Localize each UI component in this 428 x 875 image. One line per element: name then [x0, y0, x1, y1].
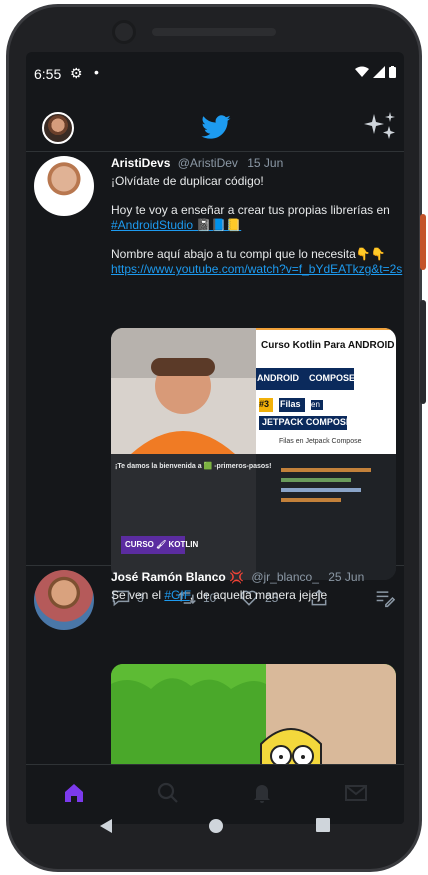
author-handle: @AristiDev: [177, 156, 238, 170]
media-subtitle: Filas en Jetpack Compose: [279, 438, 362, 445]
tweet-line: Se ven el #GIF, de aquella manera jejeje: [111, 588, 401, 603]
author-handle: @jr_blanco_: [251, 570, 319, 584]
volume-button: [420, 300, 426, 404]
messages-icon[interactable]: [344, 781, 368, 805]
home-icon[interactable]: [62, 781, 86, 805]
app-top-bar: [26, 106, 404, 152]
media-badge-en: en: [311, 400, 320, 409]
tweet-body: ¡Olvídate de duplicar código! Hoy te voy…: [111, 174, 402, 277]
media-badge-compose: COMPOSE: [309, 373, 356, 383]
avatar[interactable]: [34, 570, 94, 630]
tweet-header: AristiDevs @AristiDev 15 Jun: [111, 156, 283, 170]
youtube-link[interactable]: https://www.youtube.com/watch?v=f_bYdEAT…: [111, 262, 402, 277]
bottom-navigation: [26, 764, 404, 824]
app-screen: 6:55 ⚙ • AristiDevs @AristiDev 15 Jun ¡O…: [26, 52, 404, 824]
notification-dot-icon: •: [94, 64, 99, 80]
android-navigation-bar: [0, 818, 428, 874]
status-icons: [355, 66, 396, 78]
tweet-line: Nombre aquí abajo a tu compi que lo nece…: [111, 247, 386, 261]
wifi-icon: [355, 66, 369, 77]
tweet-body: Se ven el #GIF, de aquella manera jejeje: [111, 588, 401, 603]
media-badge-number: #3: [259, 399, 270, 409]
tweet-media-image[interactable]: Curso Kotlin Para ANDROID ANDROID COMPOS…: [111, 328, 396, 580]
notifications-icon[interactable]: [250, 781, 274, 805]
media-badge-filas: Filas: [280, 399, 301, 409]
tweet-line-empty: [111, 233, 401, 247]
author-name: AristiDevs: [111, 156, 171, 170]
media-badge-android: ANDROID: [257, 373, 299, 383]
tweet-card[interactable]: José Ramón Blanco 💢 @jr_blanco_ 25 Jun S…: [26, 566, 404, 824]
tweet-header: José Ramón Blanco 💢 @jr_blanco_ 25 Jun: [111, 570, 364, 584]
status-time: 6:55: [34, 66, 62, 82]
phone-speaker: [152, 28, 276, 36]
power-button: [420, 214, 426, 270]
tweet-text-before: Se ven el: [111, 588, 165, 602]
media-badge-jetpack: JETPACK COMPOSE: [262, 417, 352, 427]
profile-avatar-button[interactable]: [42, 112, 74, 144]
front-camera: [112, 20, 136, 44]
tweet-text-after: , de aquella manera jejeje: [189, 588, 328, 602]
tweet-date: 15 Jun: [247, 156, 284, 170]
sparkle-icon[interactable]: [362, 110, 398, 146]
tweet-line-empty: [111, 189, 401, 203]
twitter-bird-icon: [201, 115, 231, 139]
signal-icon: [373, 66, 385, 78]
phone-device: 6:55 ⚙ • AristiDevs @AristiDev 15 Jun ¡O…: [0, 0, 428, 875]
avatar[interactable]: [34, 156, 94, 216]
status-bar: 6:55 ⚙ •: [26, 52, 404, 94]
media-doc-title: ¡Te damos la bienvenida a 🟩 -primeros-pa…: [115, 463, 272, 470]
search-icon[interactable]: [156, 781, 180, 805]
recents-icon[interactable]: [316, 818, 330, 832]
battery-icon: [389, 66, 396, 78]
author-name: José Ramón Blanco 💢: [111, 570, 244, 584]
home-circle-icon[interactable]: [208, 818, 224, 834]
settings-status-icon: ⚙: [70, 65, 83, 81]
hashtag-link[interactable]: #AndroidStudio 📓📘📒: [111, 218, 401, 233]
tweet-card[interactable]: AristiDevs @AristiDev 15 Jun ¡Olvídate d…: [26, 152, 404, 608]
tweet-line: Hoy te voy a enseñar a crear tus propias…: [111, 203, 390, 217]
media-title: Curso Kotlin Para ANDROID: [261, 340, 395, 351]
back-icon[interactable]: [98, 818, 114, 834]
media-doc-badge: CURSO 🖌 KOTLIN: [125, 540, 199, 549]
tweet-date: 25 Jun: [328, 570, 365, 584]
hashtag-link[interactable]: #GIF: [164, 588, 189, 602]
tweet-line: ¡Olvídate de duplicar código!: [111, 174, 264, 188]
